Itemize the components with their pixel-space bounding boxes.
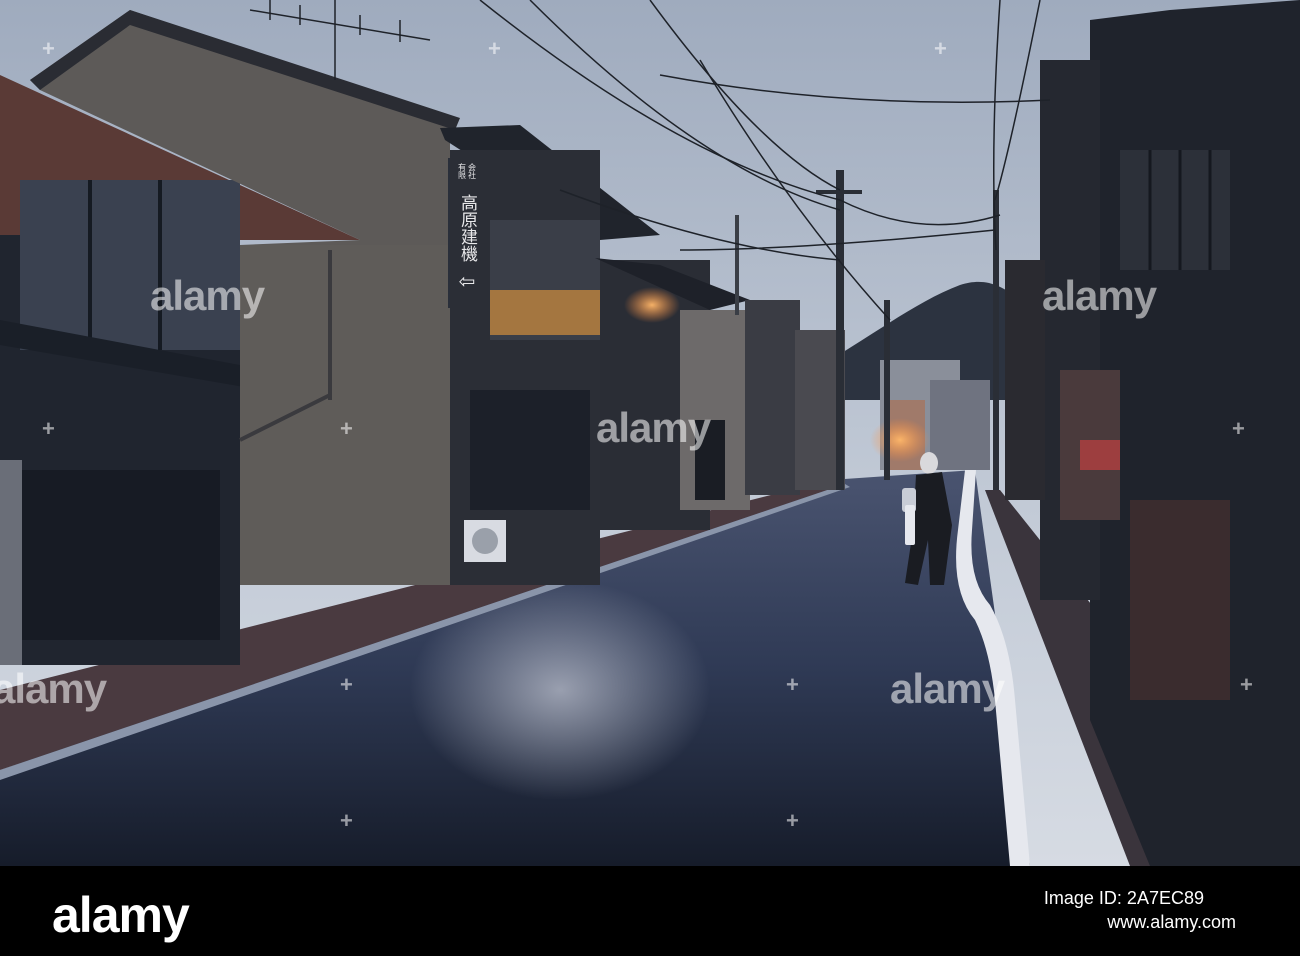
watermark-plus-marks: + + + + + + + + + + + bbox=[42, 36, 1253, 833]
footer-bar: alamy Image ID: 2A7EC89 www.alamy.com bbox=[0, 866, 1300, 956]
image-id: Image ID: 2A7EC89 bbox=[1043, 888, 1204, 908]
site-url[interactable]: www.alamy.com bbox=[1107, 912, 1236, 933]
alamy-logo: alamy bbox=[52, 887, 190, 943]
stock-photo: 有限 会社 高原建機 ⇦ alamy alamy alamy alamy ala… bbox=[0, 0, 1300, 956]
street-photo: 有限 会社 高原建機 ⇦ alamy alamy alamy alamy ala… bbox=[0, 0, 1300, 866]
